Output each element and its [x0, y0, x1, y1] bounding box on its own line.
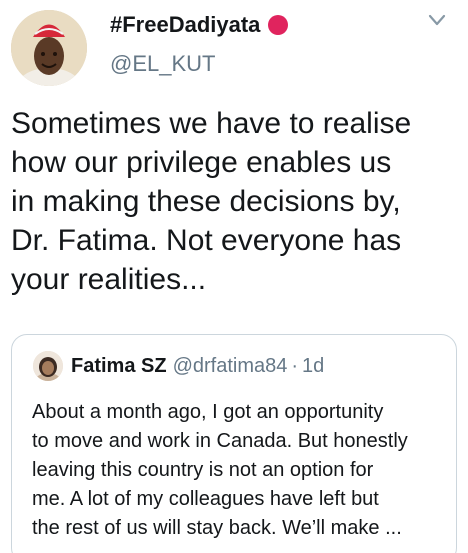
- quoted-timestamp: 1d: [302, 354, 325, 377]
- quoted-text-line: leaving this country is not an option fo…: [32, 459, 374, 481]
- tweet-text-line: in making these decisions by,: [11, 185, 401, 218]
- tweet-text-line: Dr. Fatima. Not everyone has: [11, 224, 402, 257]
- quoted-author-handle: @drfatima84: [172, 354, 288, 377]
- quoted-avatar-image: [33, 351, 63, 381]
- quoted-text-line: the rest of us will stay back. We’ll mak…: [32, 517, 402, 539]
- tweet-text: Sometimes we have to realise how our pri…: [11, 104, 463, 299]
- tweet-text-line: your realities...: [11, 263, 207, 296]
- quoted-tweet-text: About a month ago, I got an opportunity …: [32, 398, 452, 543]
- red-circle-icon: [268, 15, 289, 35]
- author-info: #FreeDadiyata @EL_KUT: [110, 11, 289, 77]
- avatar-image: [11, 10, 87, 86]
- author-display-name[interactable]: #FreeDadiyata: [110, 11, 289, 39]
- quoted-tweet[interactable]: Fatima SZ @drfatima84 · 1d About a month…: [11, 334, 457, 553]
- quoted-text-line: me. A lot of my colleagues have left but: [32, 488, 379, 510]
- tweet-text-line: Sometimes we have to realise: [11, 107, 412, 140]
- tweet-card: #FreeDadiyata @EL_KUT Sometimes we have …: [0, 0, 468, 553]
- quoted-tweet-header: Fatima SZ @drfatima84 · 1d: [33, 351, 324, 381]
- author-name-text[interactable]: #FreeDadiyata: [110, 11, 260, 39]
- quoted-author-name: Fatima SZ: [71, 354, 167, 377]
- author-handle[interactable]: @EL_KUT: [110, 51, 288, 77]
- quoted-separator: ·: [291, 354, 299, 377]
- quoted-author-avatar: [33, 351, 63, 381]
- author-avatar[interactable]: [11, 10, 87, 86]
- quoted-text-line: to move and work in Canada. But honestly: [32, 430, 408, 452]
- tweet-text-line: how our privilege enables us: [11, 146, 392, 179]
- quoted-text-line: About a month ago, I got an opportunity: [32, 401, 384, 423]
- chevron-down-icon[interactable]: [428, 14, 446, 26]
